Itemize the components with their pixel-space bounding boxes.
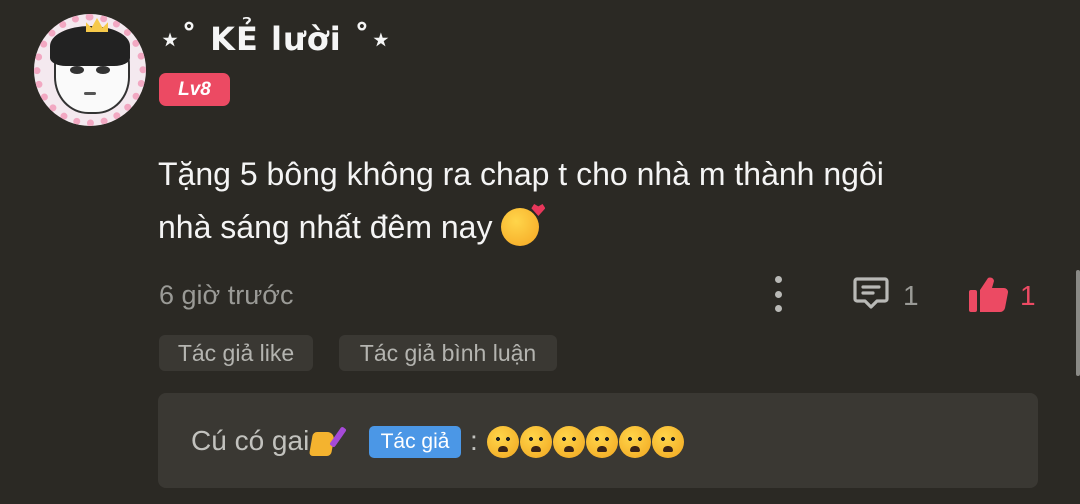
reply-count: 1 [903, 280, 919, 311]
smiling-face-with-hearts-icon [501, 208, 540, 246]
comment-text-line-1: Tặng 5 bông không ra chap t cho nhà m th… [158, 156, 884, 192]
scrollbar-thumb[interactable] [1076, 270, 1080, 376]
reply-comment-icon[interactable] [851, 273, 891, 313]
reply-author-name: Cú có gai [191, 425, 310, 456]
author-reply-preview[interactable]: Cú có gai Tác giả : [158, 393, 1038, 488]
avatar-eye-left [70, 66, 84, 74]
like-count: 1 [1020, 280, 1036, 311]
thumbs-up-icon[interactable] [966, 272, 1010, 316]
worried-face-icon [652, 426, 684, 458]
comment-timestamp: 6 giờ trước [159, 280, 294, 310]
worried-face-icon [487, 426, 519, 458]
worried-face-icon [619, 426, 651, 458]
level-badge: Lv8 [159, 73, 230, 106]
more-options-icon[interactable] [769, 276, 787, 312]
nail-polish-icon [309, 426, 348, 456]
comment-card: ⋆˚ KẺ lười ˚⋆ Lv8 Tặng 5 bông không ra c… [0, 0, 1080, 504]
level-badge-label: Lv8 [178, 78, 211, 100]
author-liked-tag: Tác giả like [159, 335, 313, 371]
comment-body: Tặng 5 bông không ra chap t cho nhà m th… [158, 148, 1018, 254]
username[interactable]: ⋆˚ KẺ lười ˚⋆ [160, 20, 392, 58]
author-badge: Tác giả [369, 426, 461, 458]
comment-text-line-2: nhà sáng nhất đêm nay [158, 209, 493, 245]
reply-separator: : [470, 425, 478, 456]
avatar[interactable] [34, 14, 146, 126]
worried-face-icon [586, 426, 618, 458]
reply-emoji-row [487, 426, 684, 458]
avatar-hair [50, 26, 130, 66]
worried-face-icon [520, 426, 552, 458]
reply-author[interactable]: Cú có gai [191, 425, 348, 457]
worried-face-icon [553, 426, 585, 458]
avatar-mouth [84, 92, 96, 95]
avatar-eye-right [96, 66, 110, 74]
author-replied-tag: Tác giả bình luận [339, 335, 557, 371]
